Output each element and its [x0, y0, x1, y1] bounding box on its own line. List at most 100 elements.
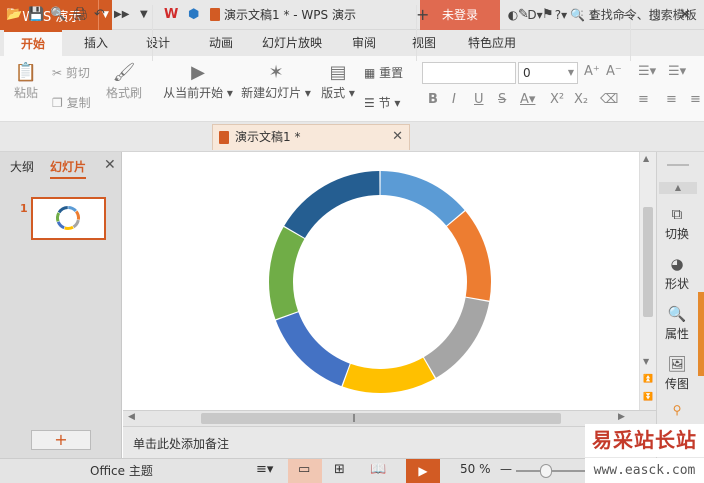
slide-canvas[interactable]: [123, 152, 640, 410]
new-tab-icon[interactable]: +: [416, 0, 429, 30]
notes-toggle-icon[interactable]: ≡▾: [256, 462, 273, 477]
shrink-font-icon[interactable]: A⁻: [606, 64, 622, 79]
tab-home[interactable]: 开始: [4, 30, 62, 56]
save-icon[interactable]: 💾: [28, 0, 44, 30]
search-command[interactable]: 🔍 查找命令、搜索模板: [570, 0, 697, 30]
donut-segment-4[interactable]: [342, 357, 435, 393]
hscroll-thumb[interactable]: [201, 413, 561, 424]
donut-segment-7[interactable]: [284, 171, 380, 239]
shapes-button[interactable]: ◕ 形状: [656, 255, 698, 292]
tab-slides[interactable]: 幻灯片: [50, 158, 87, 179]
font-name-combo[interactable]: [422, 62, 516, 84]
print-icon[interactable]: 🖨: [72, 0, 89, 30]
layout-icon: ▤: [329, 62, 347, 83]
pane-toggle[interactable]: [698, 292, 704, 376]
play-from-current-button[interactable]: ▶ 从当前开始 ▾: [160, 62, 236, 101]
donut-segment-5[interactable]: [275, 312, 350, 387]
donut-segment-6[interactable]: [269, 227, 305, 320]
vertical-scrollbar[interactable]: ▲ ▼ ⏫ ⏬: [639, 152, 656, 410]
scroll-right-icon[interactable]: ▶: [618, 412, 625, 422]
align-right-icon[interactable]: ≡: [690, 92, 701, 107]
copy-icon: ❐: [52, 96, 63, 110]
section-button[interactable]: ☰ 节 ▾: [364, 94, 400, 111]
bold-icon[interactable]: B: [428, 92, 438, 107]
login-button[interactable]: 未登录: [420, 0, 500, 30]
underline-icon[interactable]: U: [474, 92, 484, 107]
donut-segment-2[interactable]: [446, 211, 492, 301]
scroll-down-icon[interactable]: ▼: [643, 357, 649, 366]
zoom-level[interactable]: 50 %: [460, 462, 491, 476]
superscript-icon[interactable]: X²: [550, 92, 564, 107]
location-pin-icon[interactable]: ⚲: [656, 403, 698, 417]
document-tab[interactable]: 演示文稿1 * ✕: [212, 124, 410, 150]
new-slide-button[interactable]: ✶ 新建幻灯片 ▾: [240, 62, 312, 101]
layout-button[interactable]: ▤ 版式 ▾: [320, 62, 356, 101]
thumb-donut-segment-4[interactable]: [64, 225, 74, 230]
thumb-donut-segment-5[interactable]: [56, 221, 65, 230]
normal-view-button[interactable]: ▭: [288, 459, 322, 483]
tab-review[interactable]: 审阅: [338, 30, 390, 56]
customize-dropdown-icon[interactable]: ▼: [140, 0, 148, 30]
zoom-out-icon[interactable]: —: [500, 462, 512, 476]
number-list-icon[interactable]: ☰▾: [668, 64, 686, 79]
slide-sorter-icon[interactable]: ⊞: [334, 462, 345, 477]
align-center-icon[interactable]: ≡: [666, 92, 677, 107]
donut-chart[interactable]: [123, 152, 640, 410]
notes-pane[interactable]: 单击此处添加备注: [123, 426, 656, 458]
properties-button[interactable]: 🔍 属性: [656, 305, 698, 342]
bullet-list-icon[interactable]: ☰▾: [638, 64, 656, 79]
donut-segment-1[interactable]: [380, 171, 465, 226]
tab-outline[interactable]: 大纲: [10, 158, 34, 175]
tab-insert[interactable]: 插入: [70, 30, 122, 56]
upload-image-button[interactable]: 🖼 传图: [656, 355, 698, 392]
format-painter-button[interactable]: 🖌 格式刷: [104, 62, 144, 101]
reading-view-icon[interactable]: 📖: [370, 462, 386, 477]
close-tab-icon[interactable]: ✕: [392, 125, 403, 149]
prev-slide-icon[interactable]: ⏫: [643, 374, 653, 383]
paste-button[interactable]: 📋 粘贴: [8, 62, 44, 101]
transition-button[interactable]: ⧉ 切换: [656, 205, 698, 242]
tab-design[interactable]: 设计: [132, 30, 184, 56]
donut-segment-3[interactable]: [423, 297, 490, 378]
subscript-icon[interactable]: X₂: [574, 92, 588, 107]
thumb-donut-segment-2[interactable]: [75, 210, 80, 220]
thumb-donut-segment-7[interactable]: [57, 206, 68, 214]
horizontal-scrollbar[interactable]: ◀ ▶: [123, 410, 656, 426]
tab-view[interactable]: 视图: [398, 30, 450, 56]
wps-w-icon[interactable]: W: [164, 0, 178, 30]
cube-icon[interactable]: ⬢: [188, 0, 199, 30]
pin-icon[interactable]: ✎: [518, 0, 529, 30]
scroll-thumb[interactable]: [643, 207, 653, 317]
tab-special[interactable]: 特色应用: [462, 30, 522, 56]
scroll-left-icon[interactable]: ◀: [128, 412, 135, 422]
grow-font-icon[interactable]: A⁺: [584, 64, 600, 79]
more-icon[interactable]: ▶▶: [114, 0, 129, 30]
play-slideshow-button[interactable]: ▶: [406, 459, 440, 483]
font-color-icon[interactable]: A▾: [520, 92, 535, 107]
slide-thumbnail[interactable]: [31, 197, 106, 240]
copy-button[interactable]: ❐ 复制: [52, 94, 91, 111]
print-preview-icon[interactable]: 🔍: [50, 0, 66, 30]
flag-icon[interactable]: ⚑: [542, 0, 554, 30]
font-size-combo[interactable]: 0 ▼: [518, 62, 578, 84]
tab-animation[interactable]: 动画: [195, 30, 247, 56]
reset-button[interactable]: ▦ 重置: [364, 64, 403, 81]
thumb-donut-segment-6[interactable]: [56, 212, 61, 222]
tab-slideshow[interactable]: 幻灯片放映: [256, 30, 328, 56]
thumb-donut-segment-3[interactable]: [72, 219, 80, 229]
zoom-slider-knob[interactable]: [540, 464, 552, 478]
cut-button[interactable]: ✂ 剪切: [52, 64, 90, 81]
scroll-up-icon[interactable]: ▲: [643, 154, 649, 163]
clear-format-icon[interactable]: ⌫: [600, 92, 618, 107]
pane-collapse-icon[interactable]: ▲: [659, 182, 697, 194]
align-left-icon[interactable]: ≡: [638, 92, 649, 107]
open-folder-icon[interactable]: 📂: [6, 0, 22, 30]
thumb-donut-segment-1[interactable]: [68, 206, 77, 213]
add-slide-button[interactable]: +: [31, 430, 91, 450]
next-slide-icon[interactable]: ⏬: [643, 392, 653, 401]
undo-icon[interactable]: ↶: [94, 0, 105, 30]
italic-icon[interactable]: I: [452, 92, 456, 107]
strikethrough-icon[interactable]: S: [498, 92, 506, 107]
new-slide-icon: ✶: [268, 62, 284, 83]
close-panel-icon[interactable]: ✕: [104, 157, 116, 173]
